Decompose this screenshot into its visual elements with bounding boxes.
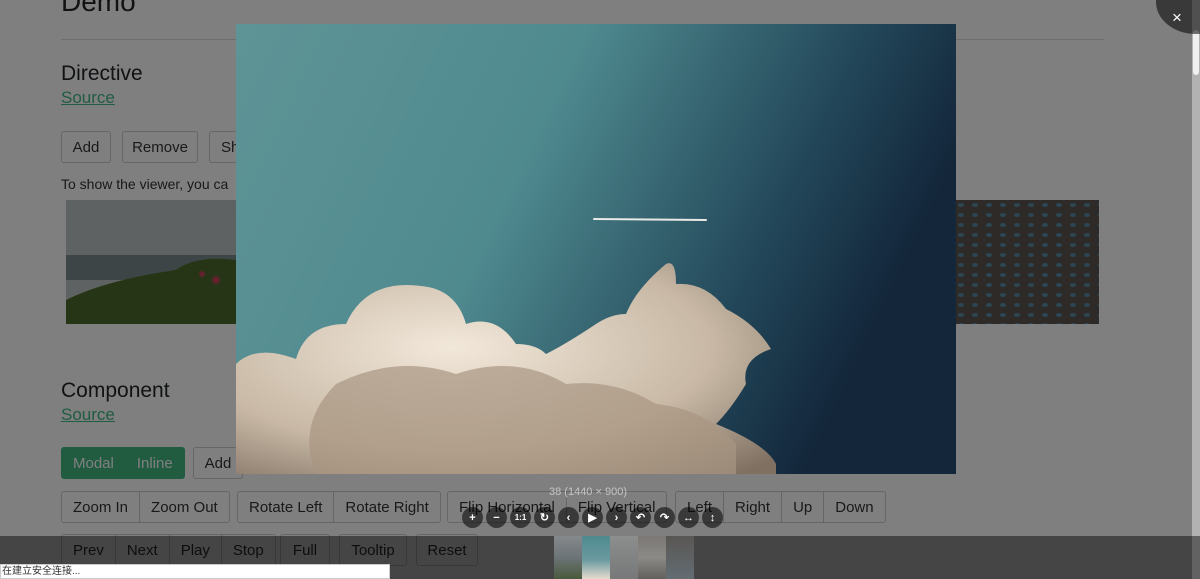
one-to-one-icon: 1:1 bbox=[514, 513, 527, 522]
flip-horizontal-icon: ↔ bbox=[683, 511, 694, 524]
play-tool-button[interactable]: ▶ bbox=[582, 507, 603, 528]
browser-status-bar: 在建立安全连接... bbox=[0, 564, 390, 579]
flip-horizontal-tool-button[interactable]: ↔ bbox=[678, 507, 699, 528]
next-tool-button[interactable]: › bbox=[606, 507, 627, 528]
flip-vertical-tool-button[interactable]: ↕ bbox=[702, 507, 723, 528]
flip-vertical-icon: ↕ bbox=[709, 511, 716, 524]
prev-icon: ‹ bbox=[566, 511, 571, 524]
prev-tool-button[interactable]: ‹ bbox=[558, 507, 579, 528]
thumbnail-list bbox=[554, 536, 694, 579]
rotate-right-icon: ↷ bbox=[659, 512, 670, 524]
one-to-one-tool-button[interactable]: 1:1 bbox=[510, 507, 531, 528]
reset-tool-button[interactable]: ↻ bbox=[534, 507, 555, 528]
scrollbar-thumb[interactable] bbox=[1193, 30, 1199, 75]
thumbnail-clouds[interactable] bbox=[582, 536, 610, 579]
thumbnail-gray[interactable] bbox=[610, 536, 638, 579]
thumbnail-drops[interactable] bbox=[666, 536, 694, 579]
rotate-right-tool-button[interactable]: ↷ bbox=[654, 507, 675, 528]
rotate-left-icon: ↶ bbox=[635, 512, 646, 524]
reset-icon: ↻ bbox=[539, 512, 550, 524]
page-scrollbar[interactable] bbox=[1192, 0, 1200, 579]
zoom-out-icon: − bbox=[493, 511, 500, 524]
thumbnail-leaf[interactable] bbox=[638, 536, 666, 579]
play-icon: ▶ bbox=[588, 512, 597, 524]
thumbnail-coast[interactable] bbox=[554, 536, 582, 579]
zoom-out-tool-button[interactable]: − bbox=[486, 507, 507, 528]
next-icon: › bbox=[614, 511, 619, 524]
zoom-in-tool-button[interactable]: + bbox=[462, 507, 483, 528]
close-icon: × bbox=[1172, 8, 1182, 27]
viewer-image-clouds[interactable] bbox=[236, 24, 956, 474]
viewer-toolbar: + − 1:1 ↻ ‹ ▶ › ↶ ↷ ↔ ↕ bbox=[462, 507, 723, 528]
zoom-in-icon: + bbox=[469, 511, 476, 524]
rotate-left-tool-button[interactable]: ↶ bbox=[630, 507, 651, 528]
image-caption: 38 (1440 × 900) bbox=[549, 486, 627, 498]
